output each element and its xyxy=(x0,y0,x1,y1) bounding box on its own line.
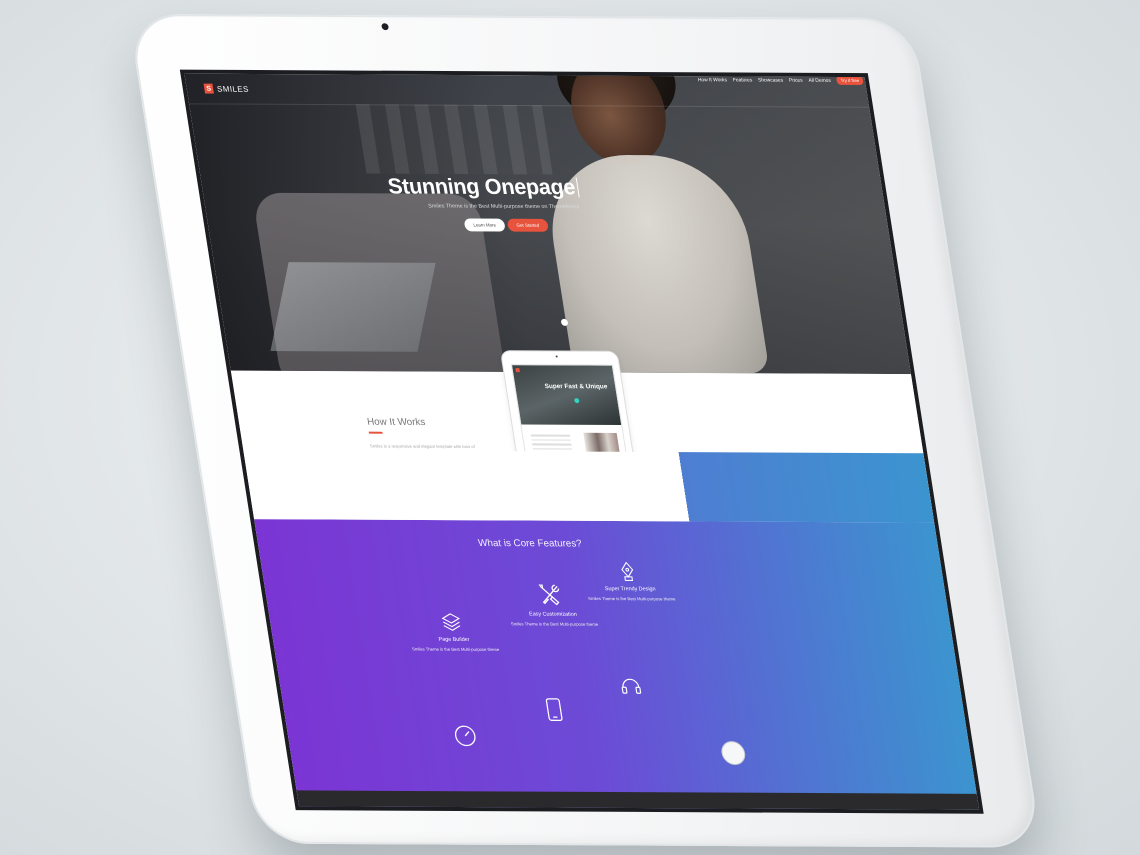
scroll-down-icon[interactable] xyxy=(560,318,569,326)
background-shelf xyxy=(355,104,553,175)
logo-text: SMILES xyxy=(216,84,250,94)
feature-name: Super Trendy Design xyxy=(604,586,657,593)
tablet-screen: S SMILES Stunning Onepage Smiles Theme i… xyxy=(179,69,984,814)
features-top-edge xyxy=(243,449,935,523)
how-it-works-title: How It Works xyxy=(366,416,427,429)
bottom-bar xyxy=(296,790,981,814)
mini-logo-icon xyxy=(515,368,520,373)
learn-more-button[interactable]: Learn More xyxy=(463,218,506,232)
pen-nib-icon xyxy=(621,561,634,581)
mini-camera-icon xyxy=(555,355,558,358)
nav-all-demos[interactable]: All Demos xyxy=(808,77,831,83)
tablet-device: S SMILES Stunning Onepage Smiles Theme i… xyxy=(128,14,1042,848)
hero-section: S SMILES Stunning Onepage Smiles Theme i… xyxy=(184,73,911,375)
mini-text-lines xyxy=(530,434,573,452)
get-started-button[interactable]: Get Started xyxy=(506,218,549,232)
title-underline xyxy=(368,431,383,434)
hero-subtitle: Smiles Theme is the Best Multi-purpose t… xyxy=(427,203,580,211)
hero-title: Stunning Onepage xyxy=(386,174,580,201)
nav-links: How It Works Features Showcases Prices A… xyxy=(697,75,864,86)
tools-icon xyxy=(538,584,560,606)
feature-page-builder: Page Builder Smiles Theme is the Best Mu… xyxy=(406,611,501,653)
mobile-icon xyxy=(545,698,563,722)
feature-easy-customization: Easy Customization Smiles Theme is the B… xyxy=(504,582,599,628)
site-logo[interactable]: S SMILES xyxy=(203,83,250,94)
feature-desc: Smiles Theme is the Best Multi-purpose t… xyxy=(510,621,599,627)
speedometer-icon xyxy=(454,725,476,747)
layers-icon xyxy=(441,613,461,631)
nav-features[interactable]: Features xyxy=(732,77,752,83)
background-laptop xyxy=(270,262,436,352)
feature-super-trendy-design: Super Trendy Design Smiles Theme is the … xyxy=(582,560,677,602)
feature-name: Easy Customization xyxy=(528,611,578,618)
feature-name: Page Builder xyxy=(438,636,471,643)
feature-desc: Smiles Theme is the Best Multi-purpose t… xyxy=(411,646,500,652)
feature-desc: Smiles Theme is the Best Multi-purpose t… xyxy=(587,596,676,602)
headset-icon xyxy=(621,678,642,694)
features-title: What is Core Features? xyxy=(477,538,583,550)
mini-hero: Super Fast & Unique xyxy=(511,365,622,426)
mockup-stage: S SMILES Stunning Onepage Smiles Theme i… xyxy=(0,0,1140,855)
logo-mark-icon: S xyxy=(203,83,214,94)
nav-prices[interactable]: Prices xyxy=(789,77,804,83)
hero-buttons: Learn More Get Started xyxy=(463,218,549,232)
core-features-section: What is Core Features? Page Builder Smil… xyxy=(243,449,981,814)
try-free-button[interactable]: Try it free xyxy=(836,75,864,86)
mini-hero-title: Super Fast & Unique xyxy=(544,383,608,391)
nav-showcases[interactable]: Showcases xyxy=(758,77,784,83)
nav-how-it-works[interactable]: How It Works xyxy=(697,77,727,83)
camera-icon xyxy=(381,23,390,31)
mini-play-icon xyxy=(573,398,580,404)
